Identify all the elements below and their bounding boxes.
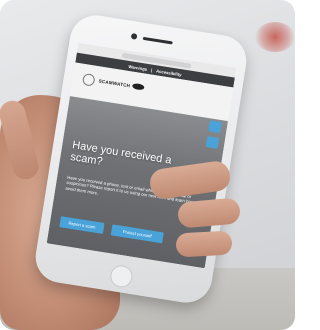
report-scam-button[interactable]: Report a scam bbox=[59, 216, 105, 234]
front-camera-icon bbox=[130, 32, 138, 40]
smartphone: Warnings | Accessibility SCAMWATCH Have … bbox=[31, 11, 251, 307]
protect-yourself-button[interactable]: Protect yourself bbox=[110, 224, 164, 244]
home-button[interactable] bbox=[108, 263, 134, 289]
nav-divider: | bbox=[150, 67, 153, 73]
speaker-grille bbox=[142, 36, 173, 45]
photo-frame: Warnings | Accessibility SCAMWATCH Have … bbox=[0, 0, 295, 330]
crest-logo-icon bbox=[81, 72, 96, 87]
wasp-logo-icon bbox=[131, 82, 145, 91]
nav-item-warnings[interactable]: Warnings bbox=[128, 63, 147, 71]
menu-button[interactable] bbox=[208, 120, 222, 134]
finger-middle bbox=[176, 197, 242, 229]
brand-logo[interactable]: SCAMWATCH bbox=[98, 78, 130, 88]
search-button[interactable] bbox=[205, 136, 220, 149]
background-red-blur bbox=[255, 22, 295, 52]
finger-ring bbox=[175, 230, 233, 258]
